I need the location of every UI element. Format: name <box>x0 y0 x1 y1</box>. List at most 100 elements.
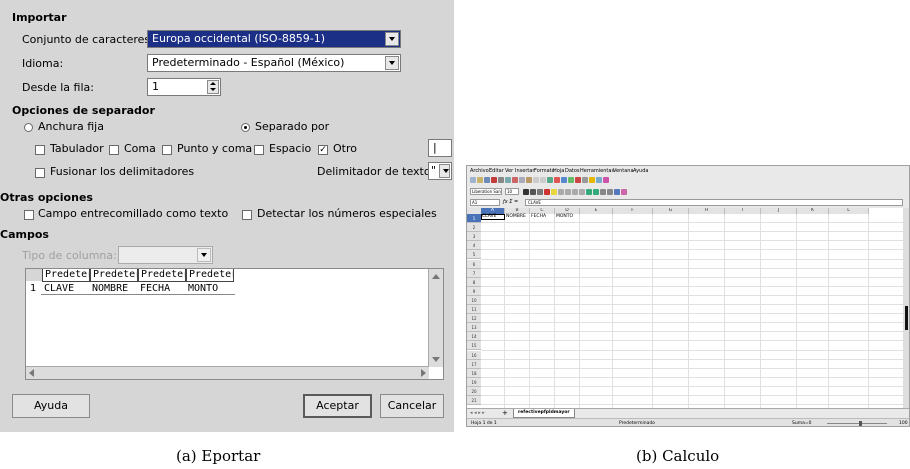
column-header-g[interactable]: G <box>653 208 689 214</box>
column-header-e[interactable]: E <box>580 208 613 214</box>
row-header-13[interactable]: 13 <box>467 323 481 333</box>
row-header-6[interactable]: 6 <box>467 259 481 269</box>
row-header-3[interactable]: 3 <box>467 232 481 242</box>
special-char-icon[interactable] <box>582 177 588 183</box>
row-header-9[interactable]: 9 <box>467 286 481 296</box>
row-header-18[interactable]: 18 <box>467 368 481 378</box>
fixed-width-radio[interactable] <box>24 123 33 132</box>
from-row-spinbox[interactable]: 1 <box>147 78 221 96</box>
row-header-12[interactable]: 12 <box>467 314 481 324</box>
column-header-i[interactable]: I <box>725 208 761 214</box>
cut-icon[interactable] <box>512 177 518 183</box>
column-type-select[interactable] <box>118 246 213 264</box>
language-select[interactable]: Predeterminado - Español (México) <box>147 54 401 72</box>
save-icon[interactable] <box>484 177 490 183</box>
row-header-16[interactable]: 16 <box>467 350 481 360</box>
sheet-tab-active[interactable]: refectivepfpldmayor <box>513 409 575 418</box>
column-header-l[interactable]: L <box>829 208 869 214</box>
scroll-down-icon[interactable] <box>432 357 440 362</box>
cancel-button[interactable]: Cancelar <box>380 394 444 418</box>
other-delimiter-input[interactable]: | <box>428 139 452 157</box>
align-center-icon[interactable] <box>565 189 571 195</box>
copy-icon[interactable] <box>519 177 525 183</box>
row-header-8[interactable]: 8 <box>467 277 481 287</box>
space-checkbox[interactable] <box>254 145 264 155</box>
bg-color-icon[interactable] <box>621 189 627 195</box>
scroll-right-icon[interactable] <box>421 369 426 377</box>
cell-d1[interactable]: MONTO <box>556 214 573 220</box>
spin-up-icon[interactable] <box>210 82 216 85</box>
zoom-slider-thumb[interactable] <box>859 421 862 426</box>
row-header-19[interactable]: 19 <box>467 377 481 387</box>
row-header-20[interactable]: 20 <box>467 386 481 396</box>
image-icon[interactable] <box>575 177 581 183</box>
new-icon[interactable] <box>470 177 476 183</box>
menu-ventana[interactable]: Ventana <box>613 168 634 174</box>
column-header-h[interactable]: H <box>689 208 725 214</box>
row-header-15[interactable]: 15 <box>467 341 481 351</box>
spin-buttons[interactable] <box>207 80 219 94</box>
grid-column-header[interactable]: Predeterm <box>186 269 234 282</box>
percent-icon[interactable] <box>593 189 599 195</box>
row-header-14[interactable]: 14 <box>467 332 481 342</box>
detect-special-numbers-checkbox[interactable] <box>242 210 252 220</box>
row-header-10[interactable]: 10 <box>467 295 481 305</box>
menu-editar[interactable]: Editar <box>489 168 504 174</box>
paste-icon[interactable] <box>526 177 532 183</box>
chevron-down-icon[interactable] <box>385 32 399 46</box>
scroll-left-icon[interactable] <box>29 369 34 377</box>
row-header-5[interactable]: 5 <box>467 250 481 260</box>
column-header-k[interactable]: K <box>797 208 829 214</box>
draw-icon[interactable] <box>603 177 609 183</box>
undo-icon[interactable] <box>533 177 539 183</box>
indent-icon[interactable] <box>607 189 613 195</box>
menu-ver[interactable]: Ver <box>505 168 513 174</box>
zoom-slider[interactable] <box>827 423 887 424</box>
filter-icon[interactable] <box>568 177 574 183</box>
menu-insertar[interactable]: Insertar <box>515 168 534 174</box>
header-icon[interactable] <box>596 177 602 183</box>
row-header-11[interactable]: 11 <box>467 305 481 315</box>
row-header-4[interactable]: 4 <box>467 241 481 251</box>
scroll-up-icon[interactable] <box>432 274 440 279</box>
add-sheet-icon[interactable]: + <box>502 409 508 417</box>
justify-icon[interactable] <box>579 189 585 195</box>
font-color-icon[interactable] <box>544 189 550 195</box>
grid-horizontal-scrollbar[interactable] <box>26 366 429 379</box>
grid-vertical-scrollbar[interactable] <box>428 269 443 367</box>
charset-select[interactable]: Europa occidental (ISO-8859-1) <box>147 30 401 48</box>
tab-checkbox[interactable] <box>35 145 45 155</box>
menu-herramientas[interactable]: Herramientas <box>580 168 614 174</box>
row-header-1[interactable]: 1 <box>467 214 481 224</box>
row-header-17[interactable]: 17 <box>467 359 481 369</box>
column-header-f[interactable]: F <box>613 208 653 214</box>
spellcheck-icon[interactable] <box>547 177 553 183</box>
bold-icon[interactable] <box>523 189 529 195</box>
spin-down-icon[interactable] <box>210 88 216 91</box>
sheet-grid[interactable]: ABCDEFGHIJKL 1 2 3 4 5 6 7 8 9 10 11 12 13 14 15 16 17 18… <box>467 208 903 408</box>
quoted-as-text-checkbox[interactable] <box>24 210 34 220</box>
currency-icon[interactable] <box>586 189 592 195</box>
row-header-2[interactable]: 2 <box>467 223 481 233</box>
menu-hoja[interactable]: Hoja <box>553 168 564 174</box>
open-icon[interactable] <box>477 177 483 183</box>
align-right-icon[interactable] <box>572 189 578 195</box>
menu-datos[interactable]: Datos <box>565 168 580 174</box>
comma-checkbox[interactable] <box>109 145 119 155</box>
row-header-21[interactable]: 21 <box>467 396 481 406</box>
row-header-7[interactable]: 7 <box>467 268 481 278</box>
chevron-down-icon[interactable] <box>439 164 450 178</box>
font-name-select[interactable]: Liberation Sans <box>470 188 502 195</box>
help-button[interactable]: Ayuda <box>12 394 90 418</box>
other-checkbox[interactable]: ✓ <box>318 145 328 155</box>
comment-icon[interactable] <box>589 177 595 183</box>
italic-icon[interactable] <box>530 189 536 195</box>
export-pdf-icon[interactable] <box>491 177 497 183</box>
grid-column-header[interactable]: Predeterm <box>90 269 138 282</box>
menu-ayuda[interactable]: Ayuda <box>633 168 648 174</box>
tab-nav-arrows-icon[interactable]: ◂ ◂ ▸ ▸ <box>470 410 485 416</box>
text-delimiter-select[interactable]: " <box>428 162 452 180</box>
menu-archivo[interactable]: Archivo <box>470 168 489 174</box>
borders-icon[interactable] <box>614 189 620 195</box>
decimal-icon[interactable] <box>600 189 606 195</box>
